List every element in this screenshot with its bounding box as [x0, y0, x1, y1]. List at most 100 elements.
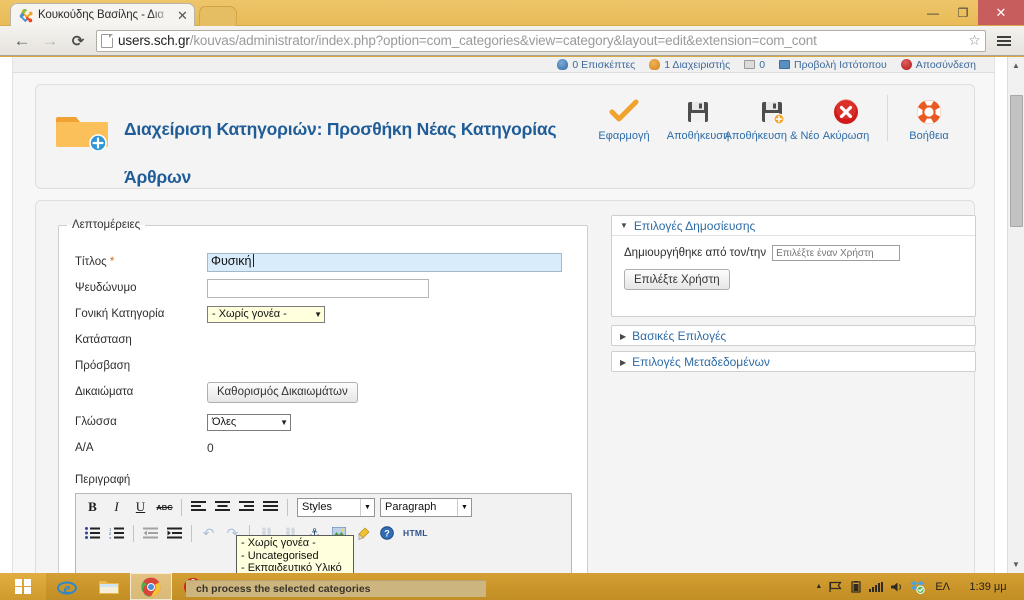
undo-icon[interactable]: ↶	[197, 522, 220, 544]
status-admins[interactable]: 1 Διαχειριστής	[649, 59, 730, 71]
toolbar-save-new-button[interactable]: Αποθήκευση & Νέο	[725, 91, 819, 142]
editor-divider	[191, 524, 192, 542]
status-preview-site[interactable]: Προβολή Ιστότοπου	[779, 59, 887, 71]
bookmark-star-icon[interactable]: ☆	[966, 32, 983, 49]
paragraph-select[interactable]: Paragraph ▼	[380, 497, 472, 517]
metadata-options-title: Επιλογές Μεταδεδομένων	[632, 355, 770, 369]
dropbox-icon[interactable]	[910, 580, 926, 594]
editor-help-icon[interactable]: ?	[375, 522, 398, 544]
indent-icon[interactable]	[163, 522, 186, 544]
select-user-button[interactable]: Επιλέξτε Χρήστη	[624, 269, 730, 290]
page-info-icon	[101, 33, 113, 48]
browser-toolbar: ← → ⟳ users.sch.gr/kouvas/administrator/…	[0, 26, 1024, 56]
status-logout[interactable]: Αποσύνδεση	[900, 59, 976, 71]
paragraph-select-value: Paragraph	[385, 501, 437, 513]
text-caret	[252, 253, 254, 267]
joomla-favicon-icon	[18, 8, 33, 23]
field-row-language: Γλώσσα Όλες ▼	[59, 409, 587, 435]
battery-icon[interactable]	[849, 580, 862, 593]
toolbar-help-button[interactable]: Βοήθεια	[892, 91, 966, 142]
tab-close-icon[interactable]: ✕	[176, 9, 189, 22]
cleanup-brush-icon[interactable]	[351, 522, 374, 544]
ordering-value: 0	[207, 441, 214, 455]
forward-icon[interactable]: →	[36, 28, 64, 54]
parent-category-select[interactable]: - Χωρίς γονέα - ▼	[207, 305, 325, 323]
signal-bars	[869, 581, 884, 592]
flag-icon[interactable]	[829, 581, 842, 593]
window-maximize-button[interactable]: ❐	[948, 0, 978, 25]
scroll-down-arrow-icon[interactable]: ▼	[1008, 556, 1024, 573]
dropdown-option[interactable]: - Εκπαιδευτικό Υλικό	[237, 562, 353, 573]
align-justify-icon[interactable]	[259, 496, 282, 518]
title-input[interactable]: Φυσική	[207, 252, 562, 272]
numbered-list-icon[interactable]: 123	[105, 522, 128, 544]
html-source-button[interactable]: HTML	[399, 528, 428, 538]
edit-form-panel: Λεπτομέρειες Τίτλος * Φυσική Ψευδώνυμο Γ…	[35, 200, 976, 573]
language-indicator[interactable]: ΕΛ	[932, 581, 953, 593]
alias-input[interactable]	[207, 278, 429, 298]
align-center-icon[interactable]	[211, 496, 234, 518]
show-hidden-icons-arrow[interactable]: ▲	[815, 583, 822, 590]
status-messages[interactable]: 0	[744, 59, 765, 71]
publishing-options-panel: ▼ Επιλογές Δημοσίευσης Δημιουργήθηκε από…	[611, 215, 976, 317]
guest-icon	[557, 59, 569, 70]
back-icon[interactable]: ←	[8, 28, 36, 54]
permissions-label: Δικαιώματα	[75, 386, 134, 398]
taskbar-clock[interactable]: 1:39 μμ	[960, 581, 1016, 593]
taskbar-file-explorer[interactable]	[88, 573, 130, 600]
taskbar-google-chrome[interactable]	[130, 573, 172, 600]
windows-logo-icon	[15, 578, 31, 595]
field-row-alias: Ψευδώνυμο	[59, 275, 587, 301]
set-permissions-button[interactable]: Καθορισμός Δικαιωμάτων	[207, 381, 358, 403]
align-left-icon[interactable]	[187, 496, 210, 518]
bullet-list-icon[interactable]	[81, 522, 104, 544]
signal-icon[interactable]	[869, 581, 884, 592]
scrollbar-thumb[interactable]	[1010, 95, 1023, 227]
browser-tab[interactable]: Κουκούδης Βασίλης - Δια ✕	[10, 3, 195, 26]
details-fieldset: Λεπτομέρειες Τίτλος * Φυσική Ψευδώνυμο Γ…	[58, 219, 588, 573]
metadata-options-panel[interactable]: ▶ Επιλογές Μεταδεδομένων	[611, 351, 976, 372]
url-text: users.sch.gr/kouvas/administrator/index.…	[118, 33, 966, 48]
svg-text:?: ?	[384, 529, 390, 539]
basic-options-panel[interactable]: ▶ Βασικές Επιλογές	[611, 325, 976, 346]
basic-options-header[interactable]: ▶ Βασικές Επιλογές	[612, 326, 975, 346]
status-guests[interactable]: 0 Επισκέπτες	[557, 59, 635, 71]
field-row-ordering: Α/Α 0	[59, 435, 587, 461]
chrome-menu-button[interactable]	[992, 28, 1016, 54]
editor-toolbar-row-1: B I U ABC Styles ▼ Paragraph ▼	[76, 494, 571, 520]
metadata-options-header[interactable]: ▶ Επιλογές Μεταδεδομένων	[612, 352, 975, 372]
publishing-options-header[interactable]: ▼ Επιλογές Δημοσίευσης	[612, 216, 975, 236]
screen: Κουκούδης Βασίλης - Δια ✕ — ❐ ✕ ← → ⟳ us…	[0, 0, 1024, 600]
admin-toolbar: Εφαρμογή Αποθήκευση Αποθήκευση & Νέο Ακύ…	[587, 91, 966, 153]
address-bar[interactable]: users.sch.gr/kouvas/administrator/index.…	[96, 29, 986, 52]
created-by-input[interactable]	[772, 245, 901, 261]
reload-icon[interactable]: ⟳	[64, 28, 92, 54]
new-tab-button[interactable]	[198, 6, 238, 26]
scroll-up-arrow-icon[interactable]: ▲	[1008, 57, 1024, 74]
status-label: Κατάσταση	[75, 334, 132, 346]
speaker-icon[interactable]	[890, 581, 903, 593]
align-right-icon[interactable]	[235, 496, 258, 518]
dropdown-option[interactable]: - Uncategorised	[237, 550, 353, 563]
taskbar-internet-explorer[interactable]: e	[46, 573, 88, 600]
bold-icon[interactable]: B	[81, 496, 104, 518]
joomla-status-bar: 0 Επισκέπτες 1 Διαχειριστής 0 Προβολή Ισ…	[13, 57, 994, 73]
new-folder-icon	[56, 111, 108, 152]
description-label: Περιγραφή	[75, 474, 131, 486]
strikethrough-icon[interactable]: ABC	[153, 496, 176, 518]
parent-category-dropdown-list[interactable]: - Χωρίς γονέα - - Uncategorised - Εκπαιδ…	[236, 535, 354, 573]
vertical-scrollbar[interactable]: ▲ ▼	[1007, 57, 1024, 573]
publishing-options-body: Δημιουργήθηκε από τον/την Επιλέξτε Χρήστ…	[612, 236, 975, 290]
underline-icon[interactable]: U	[129, 496, 152, 518]
language-select[interactable]: Όλες ▼	[207, 413, 291, 431]
italic-icon[interactable]: I	[105, 496, 128, 518]
styles-select[interactable]: Styles ▼	[297, 497, 375, 517]
outdent-icon[interactable]	[139, 522, 162, 544]
dropdown-option[interactable]: - Χωρίς γονέα -	[237, 537, 353, 550]
toolbar-cancel-button[interactable]: Ακύρωση	[809, 91, 883, 142]
start-button[interactable]	[0, 573, 46, 600]
floppy-disk-icon	[686, 96, 710, 127]
toolbar-apply-button[interactable]: Εφαρμογή	[587, 91, 661, 142]
window-close-button[interactable]: ✕	[978, 0, 1024, 25]
window-minimize-button[interactable]: —	[918, 0, 948, 25]
